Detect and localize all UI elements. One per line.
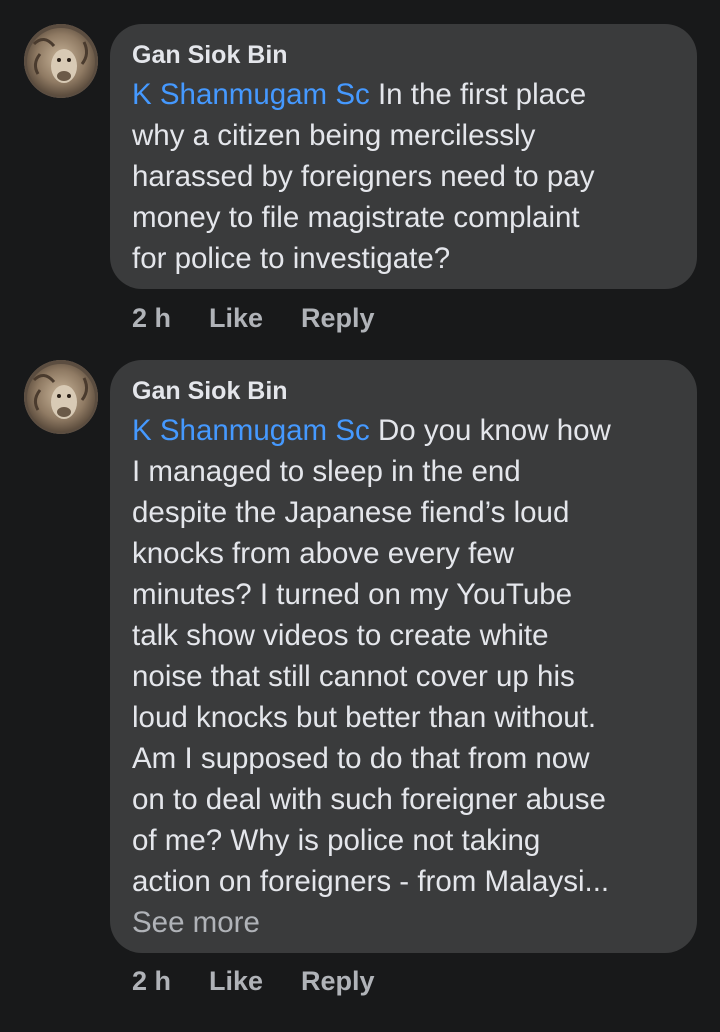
reply-button[interactable]: Reply — [301, 966, 375, 997]
comment-timestamp[interactable]: 2 h — [132, 303, 171, 334]
lion-avatar[interactable] — [24, 24, 98, 98]
see-more-link[interactable]: See more — [132, 902, 675, 943]
comment-text: K Shanmugam Sc Do you know how I managed… — [132, 410, 675, 902]
comment-author[interactable]: Gan Siok Bin — [132, 40, 675, 70]
like-button[interactable]: Like — [209, 303, 263, 334]
reply-button[interactable]: Reply — [301, 303, 375, 334]
like-button[interactable]: Like — [209, 966, 263, 997]
comment-actions: 2 h Like Reply — [132, 303, 375, 334]
comment-timestamp[interactable]: 2 h — [132, 966, 171, 997]
comment-author[interactable]: Gan Siok Bin — [132, 376, 675, 406]
comment-bubble: Gan Siok Bin K Shanmugam Sc Do you know … — [110, 360, 697, 953]
comment-body-text: Do you know how I managed to sleep in th… — [132, 414, 611, 898]
mention-link[interactable]: K Shanmugam Sc — [132, 414, 370, 447]
comment-text: K Shanmugam Sc In the first place why a … — [132, 74, 675, 279]
lion-avatar[interactable] — [24, 360, 98, 434]
comment-actions: 2 h Like Reply — [132, 966, 375, 997]
comment-bubble: Gan Siok Bin K Shanmugam Sc In the first… — [110, 24, 697, 289]
mention-link[interactable]: K Shanmugam Sc — [132, 78, 370, 111]
